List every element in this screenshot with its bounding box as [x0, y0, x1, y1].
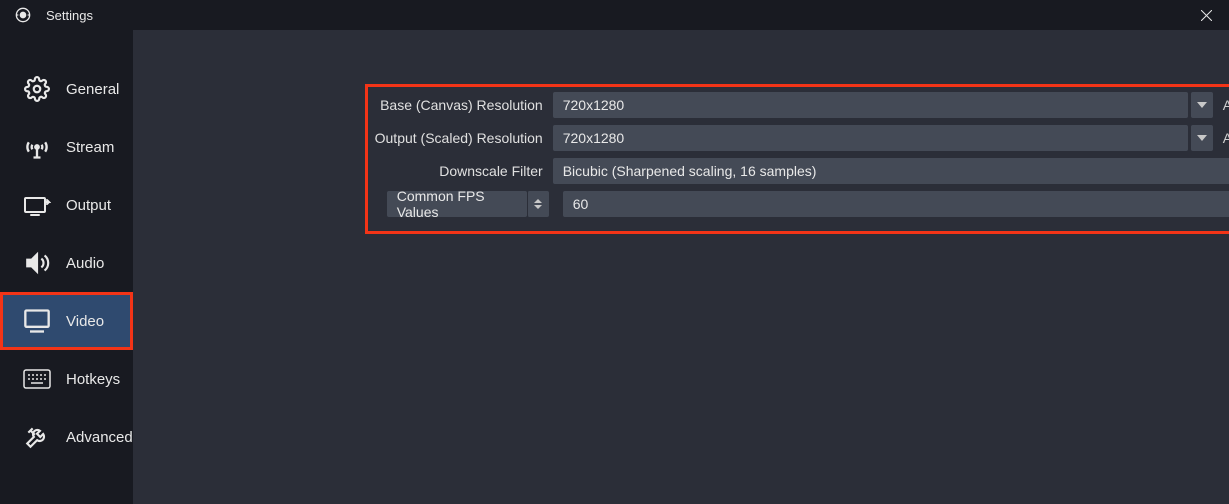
gear-icon	[22, 76, 52, 102]
output-resolution-dropdown-button[interactable]	[1191, 125, 1213, 151]
speaker-icon	[22, 250, 52, 276]
settings-window: Settings General	[0, 0, 1229, 504]
sidebar-item-video[interactable]: Video	[0, 292, 133, 350]
sidebar-item-general[interactable]: General	[0, 60, 133, 118]
main-panel: Base (Canvas) Resolution 720x1280 Aspect…	[133, 30, 1229, 504]
output-aspect-ratio: Aspect Ratio 9:16	[1223, 130, 1229, 146]
row-base-resolution: Base (Canvas) Resolution 720x1280 Aspect…	[153, 92, 1229, 118]
sidebar-item-label: General	[66, 81, 119, 98]
titlebar: Settings	[0, 0, 1229, 30]
downscale-filter-label: Downscale Filter	[153, 163, 553, 179]
downscale-filter-select[interactable]: Bicubic (Sharpened scaling, 16 samples)	[553, 158, 1229, 184]
app-icon	[8, 7, 38, 23]
sidebar-item-label: Video	[66, 313, 104, 330]
output-resolution-select[interactable]: 720x1280	[553, 125, 1188, 151]
base-resolution-dropdown-button[interactable]	[1191, 92, 1213, 118]
base-aspect-ratio: Aspect Ratio 9:16	[1223, 97, 1229, 113]
sidebar-item-label: Hotkeys	[66, 371, 120, 388]
broadcast-icon	[22, 133, 52, 161]
sidebar-item-audio[interactable]: Audio	[0, 234, 133, 292]
fps-mode-spinner[interactable]	[527, 191, 549, 217]
tools-icon	[22, 424, 52, 450]
base-resolution-label: Base (Canvas) Resolution	[153, 97, 553, 113]
fps-mode-select[interactable]: Common FPS Values	[387, 191, 527, 217]
output-resolution-label: Output (Scaled) Resolution	[153, 130, 553, 146]
window-title: Settings	[46, 8, 93, 23]
video-settings-form: Base (Canvas) Resolution 720x1280 Aspect…	[133, 30, 1229, 217]
row-downscale-filter: Downscale Filter Bicubic (Sharpened scal…	[153, 158, 1229, 184]
row-fps: Common FPS Values 60	[153, 191, 1229, 217]
monitor-icon	[22, 308, 52, 334]
sidebar-item-hotkeys[interactable]: Hotkeys	[0, 350, 133, 408]
keyboard-icon	[22, 369, 52, 389]
sidebar: General Stream	[0, 30, 133, 504]
row-output-resolution: Output (Scaled) Resolution 720x1280 Aspe…	[153, 125, 1229, 151]
base-resolution-select[interactable]: 720x1280	[553, 92, 1188, 118]
titlebar-left: Settings	[8, 7, 93, 23]
sidebar-item-label: Stream	[66, 139, 114, 156]
sidebar-item-label: Output	[66, 197, 111, 214]
close-button[interactable]	[1183, 0, 1229, 30]
sidebar-item-label: Advanced	[66, 429, 133, 446]
fps-value-select[interactable]: 60	[563, 191, 1229, 217]
sidebar-item-stream[interactable]: Stream	[0, 118, 133, 176]
sidebar-item-output[interactable]: Output	[0, 176, 133, 234]
sidebar-item-advanced[interactable]: Advanced	[0, 408, 133, 466]
sidebar-item-label: Audio	[66, 255, 104, 272]
output-icon	[22, 193, 52, 217]
body: General Stream	[0, 30, 1229, 504]
